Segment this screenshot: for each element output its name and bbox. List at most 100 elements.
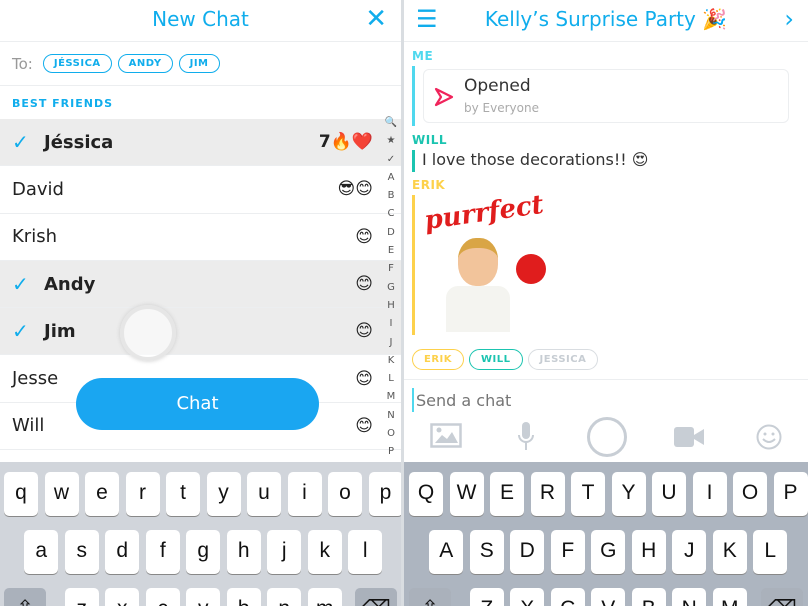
key[interactable]: q — [4, 472, 38, 516]
key[interactable]: f — [145, 530, 180, 574]
index-letter[interactable]: I — [383, 315, 399, 333]
recipient-chip[interactable]: JIM — [178, 54, 220, 73]
key[interactable]: c — [145, 588, 180, 606]
chat-button[interactable]: Chat — [76, 378, 319, 430]
index-letter[interactable]: F — [383, 260, 399, 278]
key[interactable]: P — [773, 472, 808, 516]
menu-icon[interactable]: ☰ — [416, 0, 438, 38]
key[interactable]: d — [105, 530, 140, 574]
bitmoji-sticker[interactable]: purrfect — [422, 190, 559, 333]
key[interactable]: j — [267, 530, 302, 574]
chat-input[interactable] — [412, 388, 792, 412]
key[interactable]: t — [166, 472, 200, 516]
key[interactable]: Q — [409, 472, 443, 516]
check-icon: ✓ — [12, 272, 29, 297]
key[interactable]: W — [449, 472, 484, 516]
index-letter[interactable]: ★ — [383, 132, 399, 150]
friend-row[interactable]: Krish 😊 — [0, 214, 401, 261]
key[interactable]: x — [105, 588, 140, 606]
key[interactable]: U — [652, 472, 686, 516]
key[interactable]: E — [490, 472, 524, 516]
backspace-key[interactable]: ⌫ — [761, 588, 803, 606]
index-letter[interactable]: H — [383, 297, 399, 315]
key[interactable]: Z — [469, 588, 504, 606]
friend-row[interactable]: ✓ Jéssica 7🔥❤️ — [0, 119, 401, 167]
backspace-key[interactable]: ⌫ — [355, 588, 397, 606]
key[interactable]: D — [510, 530, 545, 574]
key[interactable]: g — [186, 530, 221, 574]
index-letter[interactable]: O — [383, 425, 399, 443]
index-letter[interactable]: L — [383, 370, 399, 388]
key[interactable]: T — [571, 472, 605, 516]
shift-key[interactable]: ⇧ — [409, 588, 451, 606]
key[interactable]: w — [44, 472, 79, 516]
key[interactable]: y — [206, 472, 241, 516]
to-field[interactable]: To: JÉSSICA ANDY JIM — [0, 42, 401, 86]
sender-erik: ERIK — [412, 178, 446, 192]
index-letter[interactable]: J — [383, 334, 399, 352]
key[interactable]: A — [429, 530, 464, 574]
close-icon[interactable]: ✕ — [365, 0, 387, 38]
key[interactable]: H — [631, 530, 666, 574]
key[interactable]: n — [267, 588, 302, 606]
key[interactable]: G — [591, 530, 626, 574]
recipient-chip[interactable]: JÉSSICA — [42, 54, 112, 73]
key[interactable]: B — [631, 588, 666, 606]
key[interactable]: u — [247, 472, 281, 516]
key[interactable]: N — [672, 588, 707, 606]
index-letter[interactable]: M — [383, 388, 399, 406]
microphone-icon[interactable] — [516, 421, 536, 453]
image-icon[interactable] — [430, 423, 462, 449]
chevron-right-icon[interactable]: › — [784, 0, 794, 38]
group-chat-pane: ☰ Kelly’s Surprise Party 🎉 › ME Opened b… — [404, 0, 808, 606]
index-letter[interactable]: 🔍 — [383, 114, 399, 132]
key[interactable]: k — [307, 530, 342, 574]
key[interactable]: C — [550, 588, 585, 606]
video-icon[interactable] — [674, 427, 704, 447]
key[interactable]: a — [24, 530, 59, 574]
key[interactable]: K — [712, 530, 747, 574]
index-letter[interactable]: B — [383, 187, 399, 205]
key[interactable]: v — [186, 588, 221, 606]
key[interactable]: p — [368, 472, 401, 516]
index-letter[interactable]: A — [383, 169, 399, 187]
key[interactable]: h — [226, 530, 261, 574]
key[interactable]: R — [530, 472, 565, 516]
key[interactable]: r — [125, 472, 160, 516]
recipient-chip[interactable]: ANDY — [117, 54, 173, 73]
key[interactable]: m — [307, 588, 342, 606]
key[interactable]: Y — [611, 472, 646, 516]
index-letter[interactable]: ✓ — [383, 151, 399, 169]
key[interactable]: z — [64, 588, 99, 606]
index-letter[interactable]: D — [383, 224, 399, 242]
key[interactable]: M — [712, 588, 747, 606]
friend-row[interactable]: David 😎😊 — [0, 166, 401, 214]
index-letter[interactable]: K — [383, 352, 399, 370]
key[interactable]: F — [550, 530, 585, 574]
key[interactable]: X — [510, 588, 545, 606]
alphabet-index[interactable]: 🔍 ★ ✓ A B C D E F G H I J K L M N O P — [383, 114, 399, 462]
emoji-icon[interactable] — [756, 424, 782, 450]
key[interactable]: e — [85, 472, 119, 516]
index-letter[interactable]: P — [383, 443, 399, 461]
key[interactable]: o — [328, 472, 362, 516]
index-letter[interactable]: G — [383, 279, 399, 297]
key[interactable]: s — [64, 530, 99, 574]
friend-row[interactable]: ✓ Andy 😊 — [0, 260, 401, 309]
shift-key[interactable]: ⇧ — [4, 588, 46, 606]
key[interactable]: l — [348, 530, 383, 574]
key[interactable]: I — [692, 472, 727, 516]
key[interactable]: J — [672, 530, 707, 574]
index-letter[interactable]: E — [383, 242, 399, 260]
friend-row[interactable]: ✓ Jim 😊 — [0, 308, 401, 356]
capture-button[interactable] — [587, 417, 627, 457]
key[interactable]: i — [287, 472, 322, 516]
key[interactable]: b — [226, 588, 261, 606]
key[interactable]: S — [469, 530, 504, 574]
index-letter[interactable]: C — [383, 205, 399, 223]
key[interactable]: L — [753, 530, 788, 574]
key[interactable]: V — [591, 588, 626, 606]
snap-status-card[interactable]: Opened by Everyone — [423, 69, 789, 123]
index-letter[interactable]: N — [383, 407, 399, 425]
key[interactable]: O — [733, 472, 767, 516]
